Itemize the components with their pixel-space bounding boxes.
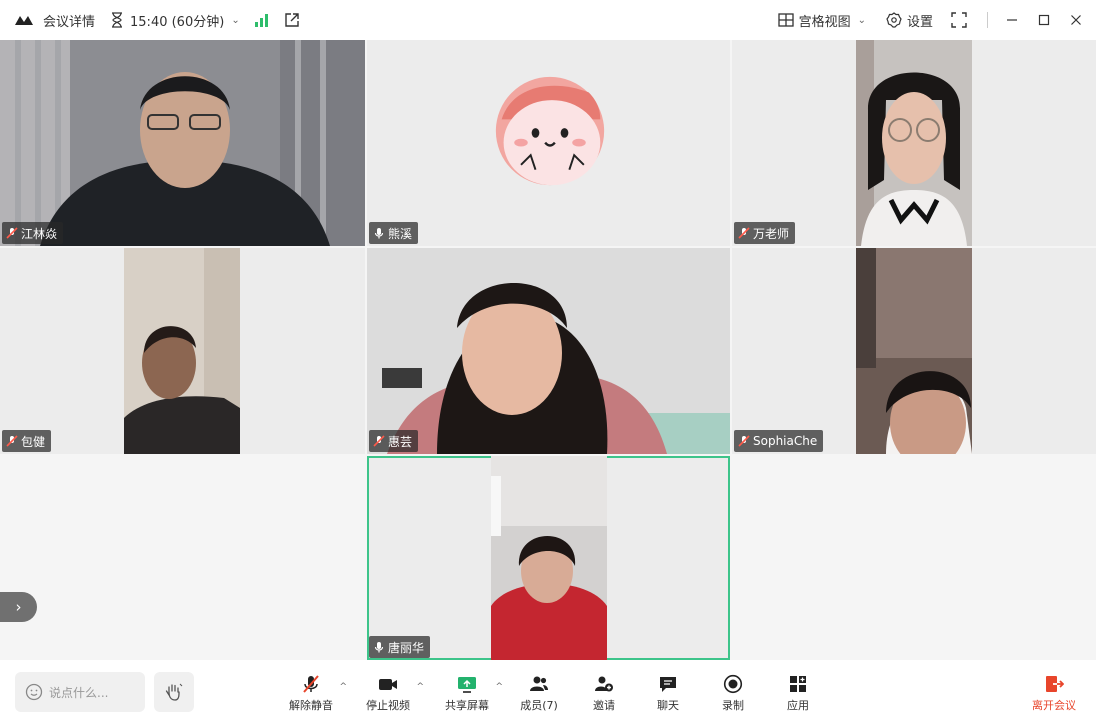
chat-button[interactable]: 聊天 [638,674,698,718]
mic-muted-icon [6,435,18,447]
video-tile[interactable]: 熊溪 [367,40,730,246]
video-camera-icon [379,679,397,690]
participant-name: 熊溪 [388,226,413,241]
title-bar: 会议详情 15:40 (60分钟) ⌄ 宫格视图 ⌄ 设置 [0,0,1096,40]
participant-name-tag: SophiaChe [734,430,824,452]
apps-grid-icon [790,676,806,692]
chat-label: 聊天 [657,699,679,712]
unmute-button[interactable]: 解除静音 ^ [281,674,347,718]
maximize-button[interactable] [1036,12,1052,28]
apps-button[interactable]: 应用 [768,674,828,718]
apps-label: 应用 [787,699,809,712]
share-link-icon[interactable] [284,12,300,28]
members-button[interactable]: 成员(7) [509,674,569,718]
stop-video-button[interactable]: 停止视频 ^ [358,674,424,718]
chat-icon [660,677,676,692]
record-button[interactable]: 录制 [703,674,763,718]
participant-name-tag: 惠芸 [369,430,419,452]
gallery-view-button[interactable]: 宫格视图 ⌄ [777,11,866,30]
record-label: 录制 [722,699,744,712]
gear-icon [886,12,902,28]
chat-placeholder: 说点什么... [49,685,109,700]
grid-view-icon [777,13,794,27]
participant-name: 惠芸 [388,434,413,449]
video-tile[interactable]: 江林焱 [0,40,365,246]
share-screen-icon [458,677,476,693]
close-icon [1071,15,1081,25]
settings-button[interactable]: 设置 [886,11,933,30]
participant-name-tag: 熊溪 [369,222,419,244]
network-signal-icon[interactable] [254,13,270,27]
meeting-time: 15:40 (60分钟) [130,14,225,30]
stop-video-label: 停止视频 [366,699,410,712]
participant-avatar [495,76,605,186]
raise-hand-icon [165,683,183,701]
bottom-toolbar: 说点什么... 解除静音 ^ 停止视频 ^ 共享屏幕 ^ 成员(7) 邀请 聊天… [0,660,1096,725]
mic-muted-icon [6,227,18,239]
mic-muted-icon [373,435,385,447]
invite-label: 邀请 [593,699,615,712]
hourglass-icon [112,12,123,28]
leave-meeting-button[interactable]: 离开会议 [1024,674,1084,718]
chevron-down-icon: ⌄ [231,14,240,26]
video-tile-active-speaker[interactable]: 唐丽华 [367,456,730,660]
meeting-info-label: 会议详情 [43,14,96,30]
share-screen-label: 共享屏幕 [445,699,489,712]
expand-panel-handle[interactable]: › [0,592,37,622]
unmute-label: 解除静音 [289,699,333,712]
mic-on-icon [374,642,384,653]
mic-on-icon [374,228,384,239]
minimize-icon [1007,19,1017,21]
quick-chat-input[interactable]: 说点什么... [15,672,145,712]
participant-name: 万老师 [753,226,790,241]
participant-name-tag: 唐丽华 [369,636,431,658]
participant-video [856,40,972,246]
chevron-right-icon: › [15,598,22,616]
video-tile[interactable]: 惠芸 [367,248,730,454]
video-grid: 江林焱 熊溪 万老师 包健 惠芸 SophiaChe 唐丽华 › [0,40,1096,660]
leave-meeting-label: 离开会议 [1032,699,1076,712]
gallery-view-label: 宫格视图 [798,14,851,30]
invite-user-icon [595,676,613,692]
chevron-down-icon: ⌄ [857,14,866,26]
participant-name-tag: 包健 [2,430,52,452]
mic-muted-icon [303,675,319,693]
raise-hand-button[interactable] [154,672,194,712]
participant-name-tag: 江林焱 [2,222,64,244]
invite-button[interactable]: 邀请 [574,674,634,718]
leave-door-icon [1046,676,1064,692]
video-tile[interactable]: 包健 [0,248,365,454]
participant-video [856,248,972,454]
record-icon [723,674,743,694]
minimize-button[interactable] [1004,12,1020,28]
meeting-info-button[interactable]: 会议详情 [0,11,95,30]
chevron-up-icon[interactable]: ^ [416,682,424,692]
participant-video [0,40,365,246]
share-screen-button[interactable]: 共享屏幕 ^ [437,674,503,718]
maximize-icon [1038,14,1050,26]
titlebar-divider [987,12,988,28]
participant-video [491,456,607,660]
participant-video [124,248,240,454]
participant-name: 包健 [21,434,46,449]
members-label: 成员(7) [520,699,558,712]
participant-video [367,248,730,454]
participant-name: 唐丽华 [388,640,425,655]
mic-muted-icon [738,435,750,447]
chevron-up-icon[interactable]: ^ [495,682,503,692]
participant-name: 江林焱 [21,226,58,241]
participant-name-tag: 万老师 [734,222,796,244]
fullscreen-icon[interactable] [951,12,967,28]
close-button[interactable] [1068,12,1084,28]
meeting-time-dropdown[interactable]: 15:40 (60分钟) ⌄ [95,11,240,30]
mic-muted-icon [738,227,750,239]
participant-name: SophiaChe [753,434,818,448]
video-tile[interactable]: 万老师 [732,40,1096,246]
emoji-icon [25,683,43,701]
members-icon [530,676,548,691]
chevron-up-icon[interactable]: ^ [339,682,347,692]
settings-label: 设置 [906,14,933,30]
tencent-meeting-logo-icon [15,16,33,25]
video-tile[interactable]: SophiaChe [732,248,1096,454]
